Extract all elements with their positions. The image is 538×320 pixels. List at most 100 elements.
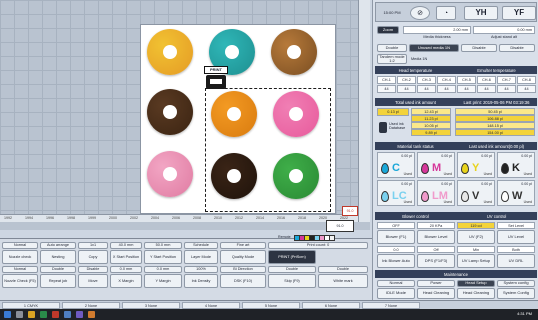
app-icon-2[interactable]: [52, 311, 59, 318]
double-button[interactable]: Double: [377, 44, 407, 52]
layer-tab[interactable]: 4 None: [182, 302, 240, 309]
ink-tank-lc[interactable]: 0.00 pl LC Used: [377, 180, 415, 206]
toolbar-value[interactable]: 0.0 mm: [110, 266, 142, 273]
print-canvas[interactable]: PRINT 1992 1994 1996 1998 1999 2000 2002 2004 20…: [0, 0, 370, 230]
dryer-button[interactable]: Ink Blower Auto: [377, 254, 415, 268]
disable-button-2[interactable]: Disable: [499, 44, 535, 52]
maintenance-button[interactable]: Head Cleaning: [417, 288, 455, 299]
toolbar-field[interactable]: 40.0 mm: [110, 242, 142, 249]
toolbar-field[interactable]: Normal: [2, 242, 38, 249]
toolbar-field[interactable]: Schedule: [184, 242, 218, 249]
app-icon-4[interactable]: [76, 311, 83, 318]
ink-letter: M: [432, 162, 442, 174]
maintenance-tab[interactable]: Head Setup: [457, 280, 495, 287]
toolbar-button[interactable]: DSK (F10): [220, 274, 266, 288]
toolbar-button[interactable]: Y Start Position: [144, 250, 182, 264]
toolbar-value[interactable]: 100%: [184, 266, 218, 273]
toolbar-button[interactable]: Ink Density: [184, 274, 218, 288]
toolbar-field[interactable]: 50.0 mm: [144, 242, 182, 249]
toolbar-button[interactable]: Repeat job: [40, 274, 76, 288]
toolbar-field[interactable]: Auto arrange: [40, 242, 76, 249]
toolbar-button[interactable]: Quality Mode: [220, 250, 266, 264]
maintenance-button[interactable]: System Config: [497, 288, 535, 299]
toolbar-button[interactable]: Nozzle check: [2, 250, 38, 264]
toolbar-button[interactable]: Copy: [78, 250, 108, 264]
ink-tank-v[interactable]: 0.00 pl V Used: [457, 180, 495, 206]
settings-icon[interactable]: ⊘: [410, 6, 430, 20]
zoom-button[interactable]: Zoom: [377, 26, 399, 34]
blower-button[interactable]: UV Level: [497, 230, 535, 244]
tandem-mode-button[interactable]: Tandem mode 1:2: [377, 54, 407, 64]
toolbar-field[interactable]: 1x1: [78, 242, 108, 249]
toolbar-button[interactable]: X Margin: [110, 274, 142, 288]
selection-frame[interactable]: [205, 88, 331, 212]
ink-tank-w[interactable]: 0.00 pl W Used: [497, 180, 535, 206]
ink-letter: W: [512, 190, 523, 202]
gauge-icon[interactable]: ◔: [436, 6, 456, 20]
maintenance-header: Maintenance: [375, 270, 537, 278]
blower-button[interactable]: Blower (F1): [377, 230, 415, 244]
app-icon-3[interactable]: [64, 311, 71, 318]
ink-drop-icon: [421, 163, 429, 174]
toolbar-value[interactable]: Double: [318, 266, 368, 273]
adjust-alt-field[interactable]: 0.00 mm: [473, 26, 535, 34]
ink-tank-k[interactable]: 0.00 pl K Used: [497, 152, 535, 178]
toolbar-value[interactable]: Disable: [78, 266, 108, 273]
layer-tab[interactable]: 5 None: [242, 302, 300, 309]
dryer-button[interactable]: UV DRL: [497, 254, 535, 268]
search-icon[interactable]: [16, 311, 23, 318]
ink-tank-c[interactable]: 0.00 pl C Used: [377, 152, 415, 178]
toolbar-button[interactable]: Move: [78, 274, 108, 288]
yh-button[interactable]: YH: [464, 6, 498, 20]
toolbar-value[interactable]: Bi Direction: [220, 266, 266, 273]
job-toolbar: Normal Auto arrange 1x1 40.0 mm 50.0 mm Sched…: [0, 238, 372, 300]
toolbar-button[interactable]: Skip (F9): [268, 274, 316, 288]
yf-button[interactable]: YF: [502, 6, 536, 20]
control-panel: 15:00 PM ⊘ ◔ YH YF Zoom 2.00 mm 0.00 mm …: [372, 0, 538, 300]
ink-used-label: Used: [443, 200, 452, 204]
ink-tank-y[interactable]: 0.00 pl Y Used: [457, 152, 495, 178]
printer-icon[interactable]: PRINT: [200, 66, 234, 92]
head-label: CH-4: [437, 76, 456, 84]
toolbar-button[interactable]: Nesting: [40, 250, 76, 264]
start-icon[interactable]: [4, 311, 11, 318]
toolbar-button[interactable]: Y Margin: [144, 274, 182, 288]
toolbar-field[interactable]: Print count: 0: [268, 242, 368, 249]
layer-tab[interactable]: 1 CMYK: [2, 302, 60, 309]
toolbar-value[interactable]: 0.0 mm: [144, 266, 182, 273]
unused-media-button[interactable]: Unused media 1N: [409, 44, 459, 52]
layer-tab[interactable]: 2 None: [62, 302, 120, 309]
app-icon-5[interactable]: [88, 311, 95, 318]
toolbar-button[interactable]: Layer Mode: [184, 250, 218, 264]
color-swatch[interactable]: [329, 235, 335, 241]
toolbar-value[interactable]: Double: [40, 266, 76, 273]
folder-icon[interactable]: [28, 311, 35, 318]
layer-tab[interactable]: 3 None: [122, 302, 180, 309]
toolbar-field[interactable]: Fine art: [220, 242, 266, 249]
layer-tab[interactable]: 6 None: [302, 302, 360, 309]
blower-button[interactable]: UV (F2): [457, 230, 495, 244]
layer-tab[interactable]: 7 None: [362, 302, 420, 309]
maintenance-tab[interactable]: Power: [417, 280, 455, 287]
toolbar-button[interactable]: PRINT (PrtScrn): [268, 250, 316, 264]
app-icon-1[interactable]: [40, 311, 47, 318]
media-thickness-field[interactable]: 2.00 mm: [403, 26, 471, 34]
maintenance-button[interactable]: IDLE Mode: [377, 288, 415, 299]
toolbar-value[interactable]: Double: [268, 266, 316, 273]
ink-tank-m[interactable]: 0.00 pl M Used: [417, 152, 455, 178]
disable-button-1[interactable]: Disable: [461, 44, 497, 52]
blower-button[interactable]: Blower Level: [417, 230, 455, 244]
ink-drop-icon: [501, 163, 509, 174]
toolbar-button[interactable]: X Start Position: [110, 250, 142, 264]
toolbar-value[interactable]: Normal: [2, 266, 38, 273]
maintenance-tab[interactable]: Normal: [377, 280, 415, 287]
color-swatches: Remote: [278, 234, 336, 242]
maintenance-tab[interactable]: System config: [497, 280, 535, 287]
toolbar-button[interactable]: Nozzle Check (F5): [2, 274, 38, 288]
dryer-button[interactable]: UV Lamp Setup: [457, 254, 495, 268]
ink-tank-lm[interactable]: 0.00 pl LM Used: [417, 180, 455, 206]
ink-tank-value: 0.00 pl: [521, 182, 532, 186]
toolbar-button[interactable]: White mark: [318, 274, 368, 288]
dryer-button[interactable]: DPS (F1/F3): [417, 254, 455, 268]
maintenance-button[interactable]: Head Cleaning: [457, 288, 495, 299]
